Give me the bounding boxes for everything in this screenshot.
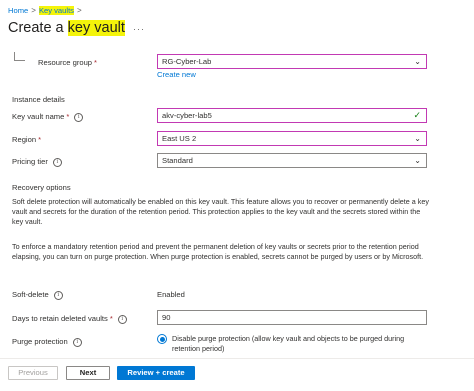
- soft-delete-value: Enabled: [157, 290, 185, 299]
- breadcrumb-home-link[interactable]: Home: [8, 6, 28, 15]
- purge-protection-description: To enforce a mandatory retention period …: [12, 242, 424, 261]
- region-select[interactable]: East US 2 ⌄: [157, 131, 427, 146]
- more-options-icon[interactable]: ···: [133, 24, 145, 34]
- recovery-options-heading: Recovery options: [12, 183, 71, 192]
- purge-protection-label: Purge protection i: [12, 337, 82, 347]
- info-icon[interactable]: i: [53, 291, 63, 300]
- purge-disable-option-label[interactable]: Disable purge protection (allow key vaul…: [172, 334, 422, 354]
- instance-details-heading: Instance details: [12, 95, 65, 104]
- tree-connector: [14, 52, 25, 61]
- pricing-tier-select[interactable]: Standard ⌄: [157, 153, 427, 168]
- soft-delete-description: Soft delete protection will automaticall…: [12, 197, 429, 226]
- pricing-tier-label: Pricing tier i: [12, 157, 62, 167]
- key-vault-name-input[interactable]: akv-cyber-lab5 ✓: [157, 108, 427, 123]
- chevron-down-icon: ⌄: [414, 57, 421, 66]
- breadcrumb: Home > Key vaults >: [8, 6, 85, 15]
- breadcrumb-key-vaults-link[interactable]: Key vaults: [38, 6, 74, 15]
- resource-group-select[interactable]: RG-Cyber-Lab ⌄: [157, 54, 427, 69]
- page-title: Create a key vault: [8, 20, 125, 36]
- info-icon[interactable]: i: [74, 113, 84, 122]
- retention-days-input[interactable]: 90: [157, 310, 427, 325]
- info-icon[interactable]: i: [117, 315, 127, 324]
- info-icon[interactable]: i: [52, 158, 62, 167]
- breadcrumb-separator-icon: >: [31, 6, 36, 15]
- radio-selected-dot: [159, 336, 165, 342]
- chevron-down-icon: ⌄: [414, 134, 421, 143]
- create-new-link[interactable]: Create new: [157, 70, 196, 79]
- review-create-button[interactable]: Review + create: [117, 366, 195, 380]
- purge-disable-radio[interactable]: [157, 334, 167, 344]
- checkmark-icon: ✓: [413, 110, 421, 120]
- soft-delete-label: Soft-delete i: [12, 290, 63, 300]
- page-title-highlight: key vault: [67, 20, 125, 36]
- retention-days-label: Days to retain deleted vaults * i: [12, 314, 127, 324]
- region-label: Region *: [12, 135, 42, 144]
- resource-group-label: Resource group *: [38, 58, 98, 67]
- breadcrumb-separator-icon: >: [76, 6, 82, 15]
- next-button[interactable]: Next: [66, 366, 110, 380]
- info-icon[interactable]: i: [72, 338, 82, 347]
- previous-button[interactable]: Previous: [8, 366, 58, 380]
- chevron-down-icon: ⌄: [414, 156, 421, 165]
- footer-divider: [0, 358, 474, 359]
- key-vault-name-label: Key vault name * i: [12, 112, 84, 122]
- page-title-prefix: Create a: [8, 20, 68, 36]
